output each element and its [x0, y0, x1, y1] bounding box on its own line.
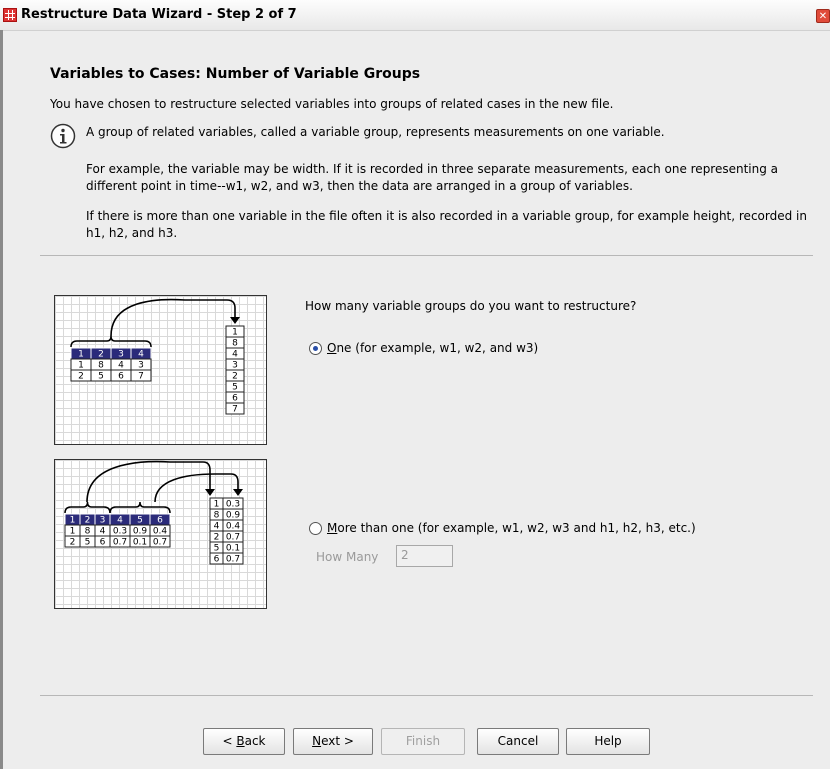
radio-one-label[interactable]: One (for example, w1, w2, and w3)	[327, 341, 538, 355]
divider-bottom	[40, 695, 813, 696]
info-icon	[50, 123, 76, 149]
table-cell-text: 1	[232, 328, 238, 338]
back-rest: ack	[244, 734, 266, 748]
table-cell-text: 8	[214, 511, 220, 521]
arrow-curve	[86, 460, 211, 503]
table-cell-text: 5	[85, 538, 91, 548]
table-cell-text: 0.9	[133, 527, 148, 537]
table-cell-text: 4	[138, 350, 144, 360]
table-cell-text: 4	[100, 527, 106, 537]
table-cell-text: 3	[232, 361, 238, 371]
one-group-diagram: 12341843256718432567	[54, 295, 267, 445]
table-cell-text: 1	[78, 361, 84, 371]
help-button[interactable]: Help	[566, 728, 650, 755]
intro-text: You have chosen to restructure selected …	[50, 97, 614, 111]
arrow-head	[233, 489, 243, 496]
table-cell-text: 0.4	[153, 527, 168, 537]
table-cell-text: 2	[232, 372, 238, 382]
how-many-label: How Many	[316, 550, 379, 564]
cancel-button[interactable]: Cancel	[477, 728, 559, 755]
window-border	[0, 30, 3, 769]
info-paragraph-3: If there is more than one variable in th…	[86, 209, 807, 240]
table-cell-text: 0.7	[226, 555, 240, 565]
back-button[interactable]: < Back	[203, 728, 285, 755]
radio-more-label[interactable]: More than one (for example, w1, w2, w3 a…	[327, 521, 696, 535]
window-title: Restructure Data Wizard - Step 2 of 7	[21, 7, 297, 22]
table-cell-text: 6	[118, 372, 124, 382]
table-cell-text: 8	[85, 527, 91, 537]
table-cell-text: 3	[138, 361, 144, 371]
table-cell-text: 4	[118, 361, 124, 371]
one-group-illustration: 1 2 3 41 8 4 32 5 6 718432567	[70, 298, 245, 415]
back-prefix: <	[222, 734, 237, 748]
table-cell-text: 8	[232, 339, 238, 349]
spreadsheet-icon	[3, 8, 17, 22]
restructure-wizard-dialog: Restructure Data Wizard - Step 2 of 7 ✕ …	[0, 0, 830, 769]
table-cell-text: 2	[78, 372, 84, 382]
table-cell-text: 4	[214, 522, 220, 532]
table-cell-text: 6	[214, 555, 220, 565]
title-bar[interactable]: Restructure Data Wizard - Step 2 of 7 ✕	[0, 0, 830, 31]
table-cell-text: 5	[214, 544, 220, 554]
arrow-curve	[110, 298, 236, 337]
close-icon[interactable]: ✕	[816, 9, 830, 23]
radio-one[interactable]	[309, 342, 322, 355]
table-cell-text: 1	[70, 516, 76, 526]
table-cell-text: 4	[232, 350, 238, 360]
table-cell-text: 0.9	[226, 511, 241, 521]
table-cell-text: 1	[70, 527, 76, 537]
table-cell-text: 2	[85, 516, 91, 526]
info-paragraph-2: For example, the variable may be width. …	[86, 162, 779, 193]
multi-group-illustration: 1 2 3 4 5 61 8 4 0.3 0.9 0.42 5 6 0.7 0.1 0.71 0.38 0.94 0…	[64, 460, 244, 565]
multi-group-diagram: 1 2 3 4 5 6 1 8 4 0.3 0.9 0.4 2 5 6 0.7 0.1 0.7 1 0.3 8 0.9 4 0…	[54, 459, 267, 609]
brace	[64, 501, 111, 514]
table-cell-text: 5	[137, 516, 143, 526]
table-cell-text: 2	[214, 533, 220, 543]
how-many-input: 2	[396, 545, 453, 567]
table-cell-text: 0.7	[153, 538, 167, 548]
next-mnemonic: N	[312, 734, 322, 748]
table-cell-text: 0.7	[226, 533, 240, 543]
table-cell-text: 0.7	[113, 538, 127, 548]
radio-more-text: ore than one (for example, w1, w2, w3 an…	[337, 521, 696, 535]
next-rest: ext >	[321, 734, 354, 748]
page-heading: Variables to Cases: Number of Variable G…	[50, 66, 421, 82]
radio-one-text: ne (for example, w1, w2, and w3)	[336, 341, 539, 355]
arrow-head	[230, 317, 240, 324]
brace	[109, 501, 171, 514]
table-cell-text: 1	[214, 500, 220, 510]
table-cell-text: 3	[118, 350, 124, 360]
table-cell-text: 6	[100, 538, 106, 548]
table-cell-text: 2	[70, 538, 76, 548]
info-paragraph-1: A group of related variables, called a v…	[86, 125, 665, 139]
arrow-head	[205, 489, 215, 496]
radio-more-than-one[interactable]	[309, 522, 322, 535]
table-cell-text: 3	[100, 516, 106, 526]
finish-button[interactable]: Finish	[381, 728, 465, 755]
table-cell-text: 0.1	[133, 538, 147, 548]
table-cell-text: 0.3	[113, 527, 127, 537]
table-cell-text: 4	[117, 516, 123, 526]
table-cell-text: 5	[232, 383, 238, 393]
table-cell-text: 0.3	[226, 500, 240, 510]
table-cell-text: 8	[98, 361, 104, 371]
divider	[40, 255, 813, 256]
table-cell-text: 5	[98, 372, 104, 382]
table-cell-text: 1	[78, 350, 84, 360]
table-cell-text: 0.4	[226, 522, 241, 532]
table-cell-text: 7	[138, 372, 144, 382]
table-cell-text: 0.1	[226, 544, 240, 554]
mnemonic-m: M	[327, 521, 338, 535]
table-cell-text: 6	[157, 516, 163, 526]
table-cell-text: 2	[98, 350, 104, 360]
table-cell-text: 6	[232, 394, 238, 404]
back-mnemonic: B	[236, 734, 245, 748]
question-text: How many variable groups do you want to …	[305, 299, 637, 313]
table-cell-text: 7	[232, 405, 238, 415]
next-button[interactable]: Next >	[293, 728, 373, 755]
brace	[70, 335, 152, 348]
